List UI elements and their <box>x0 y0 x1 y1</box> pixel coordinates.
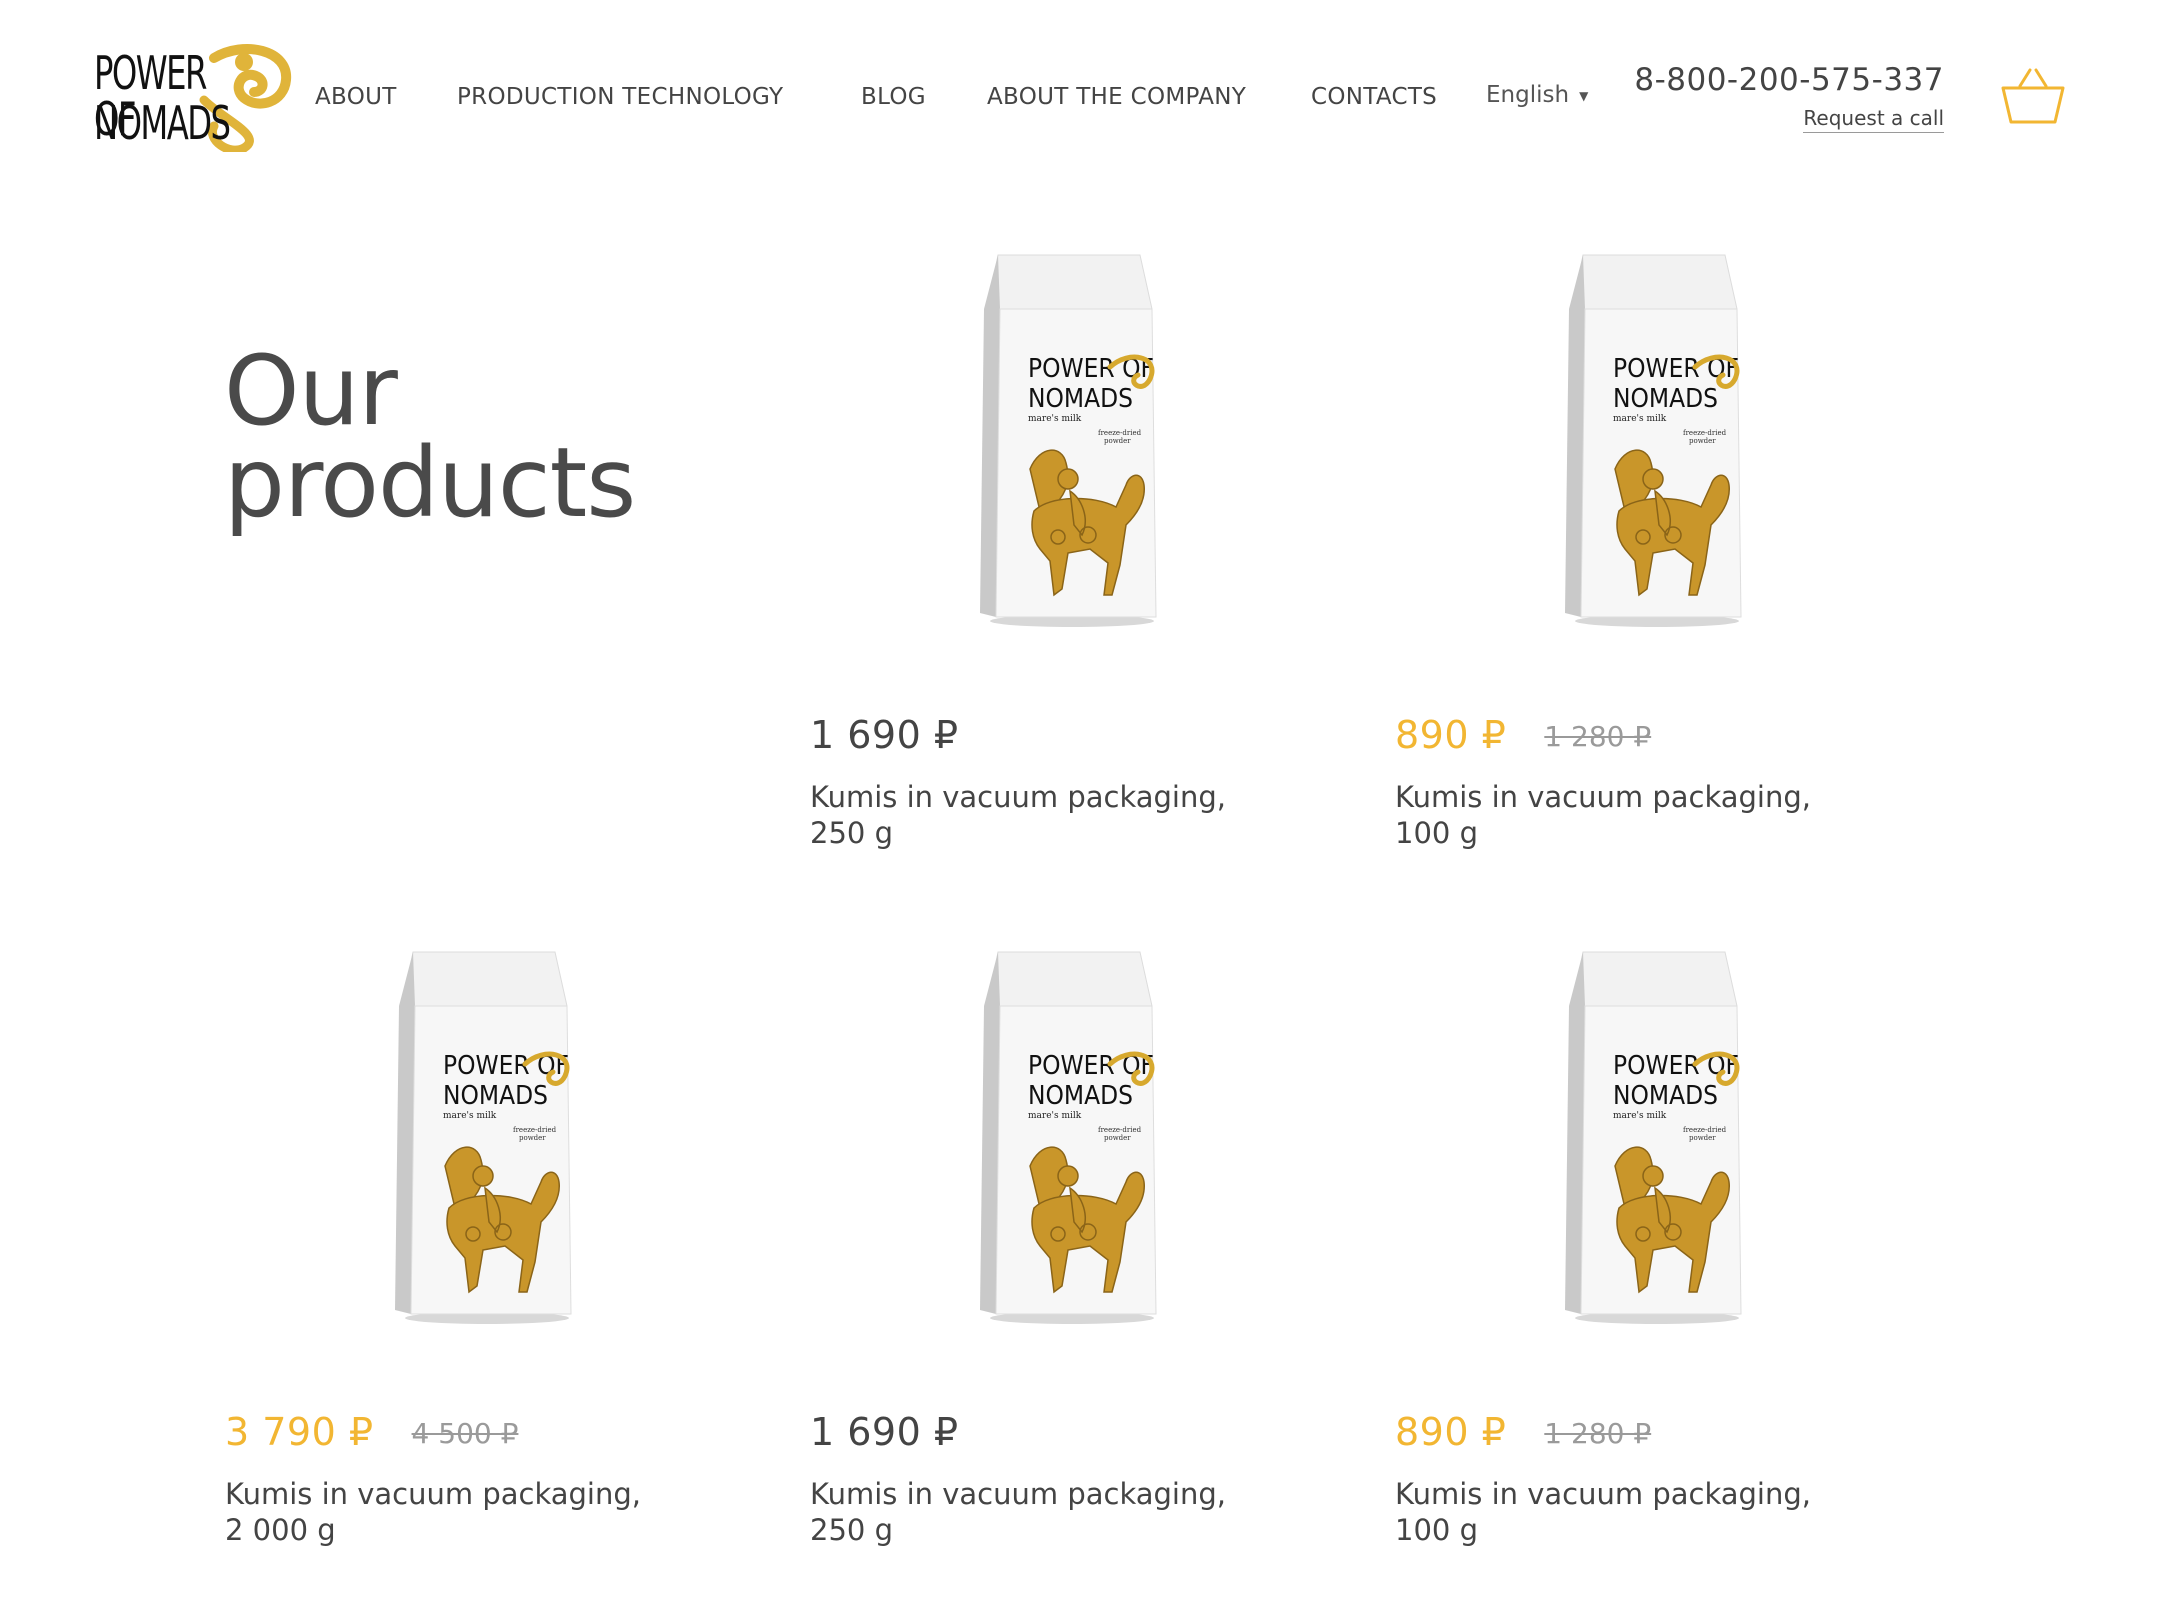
package-label-text: powder <box>1689 1134 1716 1142</box>
nav-blog[interactable]: BLOG <box>861 84 926 110</box>
product-name-line2: 100 g <box>1395 816 1478 850</box>
price-row: 1 690 ₽ <box>810 1410 959 1454</box>
package-label-text: powder <box>1104 1134 1131 1142</box>
package-label-text: mare's milk <box>443 1111 497 1121</box>
request-call-link[interactable]: Request a call <box>1803 106 1944 133</box>
kumis-package-image: POWER OF NOMADS mare's milk freeze-dried… <box>980 951 1157 1324</box>
product-name-line1: Kumis in vacuum packaging, <box>225 1477 641 1511</box>
product-price: 890 ₽ <box>1395 1410 1507 1454</box>
package-label-text: freeze-dried <box>1098 429 1142 437</box>
page-title: Our products <box>224 335 636 539</box>
language-label: English <box>1486 82 1570 108</box>
nav-about[interactable]: ABOUT <box>315 84 397 110</box>
product-name[interactable]: Kumis in vacuum packaging, 100 g <box>1395 779 1835 851</box>
package-label-text: powder <box>1104 437 1131 445</box>
kumis-package-image: POWER OF NOMADS mare's milk freeze-dried… <box>1565 254 1742 627</box>
product-old-price: 4 500 ₽ <box>411 1417 519 1450</box>
nav-production-technology[interactable]: PRODUCTION TECHNOLOGY <box>457 84 783 110</box>
product-card[interactable]: POWER OF NOMADS mare's milk freeze-dried… <box>225 951 745 1570</box>
product-name-line2: 250 g <box>810 1513 893 1547</box>
page-title-line2: products <box>224 427 636 539</box>
product-name[interactable]: Kumis in vacuum packaging, 2 000 g <box>225 1476 665 1548</box>
product-name-line2: 250 g <box>810 816 893 850</box>
product-name-line2: 100 g <box>1395 1513 1478 1547</box>
product-price: 890 ₽ <box>1395 713 1507 757</box>
product-old-price: 1 280 ₽ <box>1544 1417 1652 1450</box>
package-label-text: powder <box>1689 437 1716 445</box>
product-image[interactable]: POWER OF NOMADS mare's milk freeze-dried… <box>970 946 1170 1326</box>
product-old-price: 1 280 ₽ <box>1544 720 1652 753</box>
product-image[interactable]: POWER OF NOMADS mare's milk freeze-dried… <box>385 946 585 1326</box>
package-label-text: freeze-dried <box>1098 1126 1142 1134</box>
product-card[interactable]: POWER OF NOMADS mare's milk freeze-dried… <box>1395 951 1915 1570</box>
logo-text-line2: NOMADS <box>94 96 231 150</box>
package-label-text: NOMADS <box>1613 1081 1718 1111</box>
package-label-text: freeze-dried <box>513 1126 557 1134</box>
price-row: 1 690 ₽ <box>810 713 959 757</box>
nav-about-the-company[interactable]: ABOUT THE COMPANY <box>987 84 1246 110</box>
product-name[interactable]: Kumis in vacuum packaging, 100 g <box>1395 1476 1835 1548</box>
price-row: 890 ₽ 1 280 ₽ <box>1395 1410 1651 1454</box>
product-price: 3 790 ₽ <box>225 1410 374 1454</box>
price-row: 3 790 ₽ 4 500 ₽ <box>225 1410 518 1454</box>
product-image[interactable]: POWER OF NOMADS mare's milk freeze-dried… <box>1555 249 1755 629</box>
package-label-text: mare's milk <box>1613 414 1667 424</box>
product-name[interactable]: Kumis in vacuum packaging, 250 g <box>810 1476 1250 1548</box>
product-name-line2: 2 000 g <box>225 1513 336 1547</box>
kumis-package-image: POWER OF NOMADS mare's milk freeze-dried… <box>395 951 572 1324</box>
product-name[interactable]: Kumis in vacuum packaging, 250 g <box>810 779 1250 851</box>
package-label-text: mare's milk <box>1613 1111 1667 1121</box>
product-image[interactable]: POWER OF NOMADS mare's milk freeze-dried… <box>970 249 1170 629</box>
product-price: 1 690 ₽ <box>810 713 959 757</box>
product-name-line1: Kumis in vacuum packaging, <box>810 1477 1226 1511</box>
product-name-line1: Kumis in vacuum packaging, <box>810 780 1226 814</box>
package-label-text: freeze-dried <box>1683 1126 1727 1134</box>
product-card[interactable]: POWER OF NOMADS mare's milk freeze-dried… <box>1395 254 1915 873</box>
page-title-line1: Our <box>224 335 398 447</box>
package-label-text: NOMADS <box>1613 384 1718 414</box>
package-label-text: powder <box>519 1134 546 1142</box>
package-label-text: freeze-dried <box>1683 429 1727 437</box>
phone-number[interactable]: 8-800-200-575-337 <box>1634 62 1944 98</box>
product-card[interactable]: POWER OF NOMADS mare's milk freeze-dried… <box>810 951 1330 1570</box>
package-label-text: NOMADS <box>1028 384 1133 414</box>
nav-contacts[interactable]: CONTACTS <box>1311 84 1437 110</box>
kumis-package-image: POWER OF NOMADS mare's milk freeze-dried… <box>980 254 1157 627</box>
package-label-text: NOMADS <box>1028 1081 1133 1111</box>
product-name-line1: Kumis in vacuum packaging, <box>1395 780 1811 814</box>
package-label-text: NOMADS <box>443 1081 548 1111</box>
package-label-text: mare's milk <box>1028 414 1082 424</box>
logo[interactable]: POWER OF NOMADS <box>94 40 294 152</box>
product-card[interactable]: POWER OF NOMADS mare's milk freeze-dried… <box>810 254 1330 873</box>
product-image[interactable]: POWER OF NOMADS mare's milk freeze-dried… <box>1555 946 1755 1326</box>
language-select[interactable]: English ▼ <box>1486 82 1588 108</box>
basket-icon[interactable] <box>2000 68 2066 126</box>
kumis-package-image: POWER OF NOMADS mare's milk freeze-dried… <box>1565 951 1742 1324</box>
package-label-text: mare's milk <box>1028 1111 1082 1121</box>
product-price: 1 690 ₽ <box>810 1410 959 1454</box>
caret-down-icon: ▼ <box>1579 88 1589 103</box>
product-name-line1: Kumis in vacuum packaging, <box>1395 1477 1811 1511</box>
price-row: 890 ₽ 1 280 ₽ <box>1395 713 1651 757</box>
